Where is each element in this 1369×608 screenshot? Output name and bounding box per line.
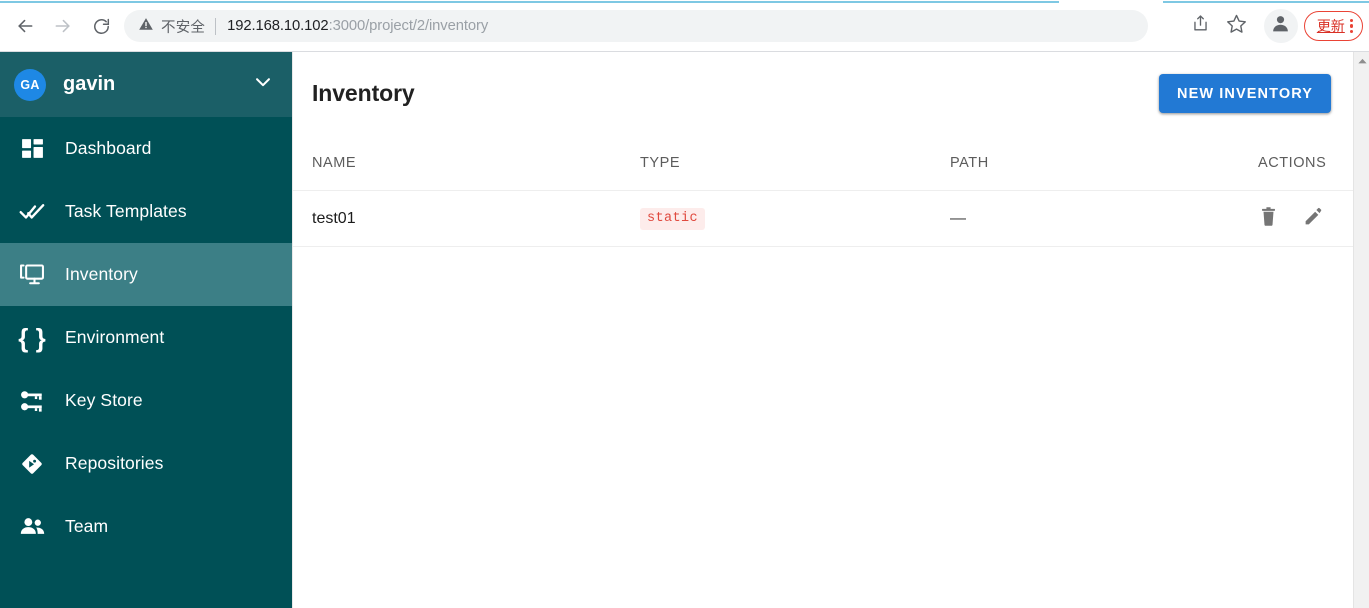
- update-button[interactable]: 更新: [1303, 11, 1363, 41]
- reload-button[interactable]: [82, 10, 120, 42]
- cell-actions: [1258, 206, 1336, 232]
- sidebar: GA gavin Dashboard Task Templates Invent…: [0, 52, 292, 608]
- sidebar-item-inventory[interactable]: Inventory: [0, 243, 292, 306]
- chevron-down-icon[interactable]: [252, 71, 274, 98]
- sidebar-item-label: Task Templates: [65, 201, 187, 221]
- tab-strip-line-right: [1163, 1, 1369, 3]
- warning-triangle-icon: [138, 16, 154, 37]
- scroll-up-arrow[interactable]: [1354, 52, 1369, 69]
- page-scrollbar[interactable]: [1353, 52, 1369, 608]
- tab-strip-edge: [0, 0, 1369, 3]
- sidebar-item-task-templates[interactable]: Task Templates: [0, 180, 292, 243]
- main-content: Inventory NEW INVENTORY NAME TYPE PATH A…: [292, 52, 1354, 608]
- sidebar-item-label: Team: [65, 516, 109, 536]
- sidebar-item-repositories[interactable]: Repositories: [0, 432, 292, 495]
- address-bar[interactable]: 不安全 192.168.10.102:3000/project/2/invent…: [124, 10, 1148, 42]
- column-header-actions: ACTIONS: [1258, 154, 1327, 171]
- sidebar-item-dashboard[interactable]: Dashboard: [0, 117, 292, 180]
- person-avatar-icon: [1270, 13, 1291, 39]
- content-header: Inventory NEW INVENTORY: [293, 52, 1354, 135]
- cell-type: static: [640, 207, 950, 230]
- url-path: :3000/project/2/inventory: [328, 18, 489, 34]
- page-title: Inventory: [312, 80, 415, 106]
- dashboard-grid-icon: [16, 133, 48, 165]
- share-button[interactable]: [1184, 9, 1218, 43]
- omnibox-separator: [215, 17, 217, 35]
- sidebar-item-label: Inventory: [65, 264, 138, 284]
- git-diamond-icon: [16, 448, 48, 480]
- delete-icon[interactable]: [1258, 206, 1279, 232]
- security-label: 不安全: [161, 19, 206, 36]
- column-header-type: TYPE: [640, 154, 681, 171]
- update-label: 更新: [1316, 18, 1345, 34]
- arrow-right-icon: [53, 16, 73, 36]
- curly-braces-icon: { }: [18, 322, 46, 353]
- page-viewport: GA gavin Dashboard Task Templates Invent…: [0, 52, 1369, 608]
- sidebar-item-environment[interactable]: { } Environment: [0, 306, 292, 369]
- three-dot-menu-icon[interactable]: [1349, 18, 1353, 34]
- table-header-row: NAME TYPE PATH ACTIONS: [293, 135, 1354, 191]
- bookmark-button[interactable]: [1220, 9, 1254, 43]
- double-check-icon: [16, 196, 48, 228]
- back-button[interactable]: [6, 10, 44, 42]
- browser-toolbar-right: 更新: [1184, 9, 1363, 43]
- security-status-chip[interactable]: 不安全: [138, 10, 205, 42]
- tab-strip-line-left: [0, 1, 1059, 3]
- edit-icon[interactable]: [1303, 206, 1324, 232]
- reload-icon: [92, 17, 111, 36]
- column-header-path: PATH: [950, 154, 989, 171]
- url-text: 192.168.10.102:3000/project/2/inventory: [227, 18, 488, 34]
- forward-button[interactable]: [44, 10, 82, 42]
- browser-chrome: 不安全 192.168.10.102:3000/project/2/invent…: [0, 0, 1369, 52]
- sidebar-item-key-store[interactable]: Key Store: [0, 369, 292, 432]
- people-icon: [16, 511, 48, 543]
- project-name: gavin: [63, 73, 116, 95]
- sidebar-item-team[interactable]: Team: [0, 495, 292, 558]
- sidebar-item-label: Environment: [65, 327, 165, 347]
- sidebar-item-label: Dashboard: [65, 138, 152, 158]
- sidebar-item-label: Key Store: [65, 390, 143, 410]
- monitor-icon: [16, 259, 48, 291]
- column-header-name: NAME: [312, 154, 357, 171]
- arrow-left-icon: [15, 16, 35, 36]
- table-row[interactable]: test01 static —: [293, 191, 1354, 247]
- status-badge: static: [640, 207, 706, 230]
- sidebar-item-label: Repositories: [65, 453, 164, 473]
- cell-name: test01: [312, 209, 356, 227]
- inventory-table: NAME TYPE PATH ACTIONS test01 static —: [293, 135, 1354, 247]
- profile-button[interactable]: [1263, 9, 1298, 43]
- keys-icon: [16, 385, 48, 417]
- star-icon: [1226, 13, 1247, 39]
- share-icon: [1191, 14, 1210, 38]
- url-host: 192.168.10.102: [227, 18, 329, 34]
- new-inventory-button[interactable]: NEW INVENTORY: [1159, 74, 1331, 113]
- navigation-buttons: [6, 10, 120, 42]
- cell-path: —: [950, 209, 966, 227]
- project-selector[interactable]: GA gavin: [0, 52, 292, 117]
- avatar: GA: [14, 68, 46, 101]
- tab-strip-gap: [1059, 0, 1163, 3]
